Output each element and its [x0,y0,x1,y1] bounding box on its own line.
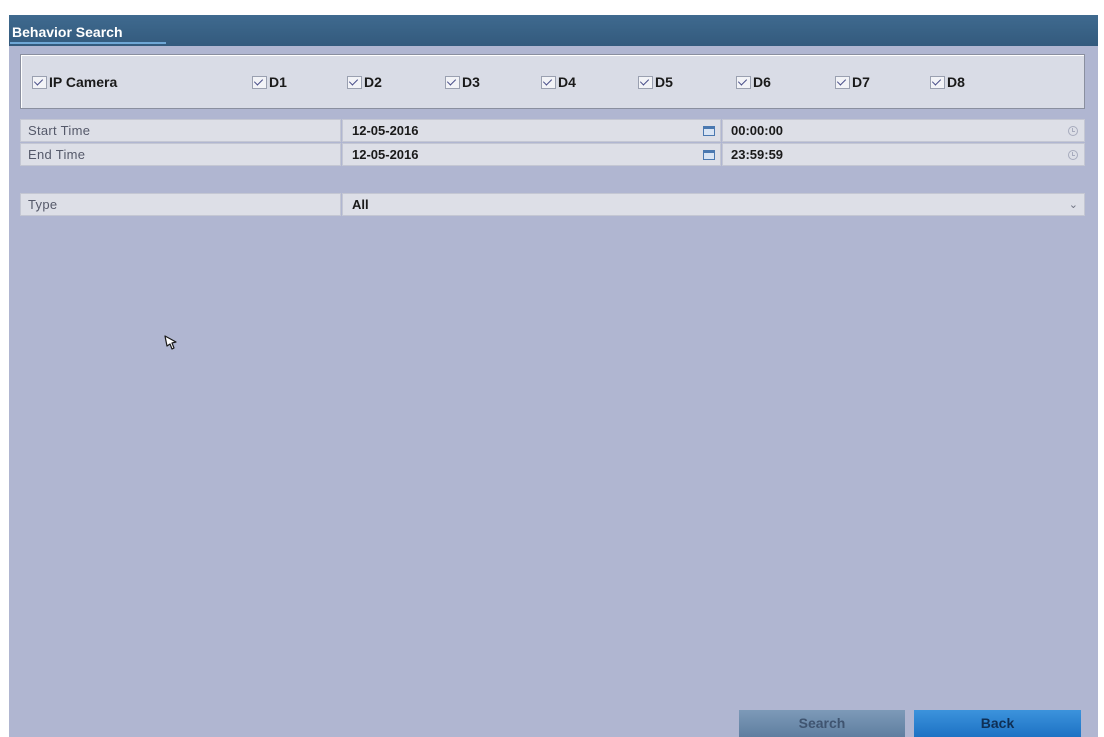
checkbox-checked-icon [347,75,362,89]
calendar-icon[interactable] [703,150,715,160]
calendar-icon[interactable] [703,126,715,136]
ip-camera-checkbox[interactable]: IP Camera [32,74,117,90]
channel-label: D1 [269,74,287,90]
end-time-field[interactable]: 23:59:59 [722,143,1085,166]
start-date-value: 12-05-2016 [352,123,419,138]
channel-label: D2 [364,74,382,90]
title-underline [10,42,166,44]
channel-checkbox-d3[interactable]: D3 [445,74,480,90]
end-time-row: End Time 12-05-2016 23:59:59 [20,143,1085,166]
channel-checkbox-d6[interactable]: D6 [736,74,771,90]
channel-label: D4 [558,74,576,90]
page-title: Behavior Search [12,24,123,40]
channel-checkbox-d1[interactable]: D1 [252,74,287,90]
channel-checkbox-d2[interactable]: D2 [347,74,382,90]
checkbox-checked-icon [930,75,945,89]
channel-checkbox-d4[interactable]: D4 [541,74,576,90]
behavior-search-screen: Behavior Search IP Camera D1 D2 D3 D4 D5 [9,15,1098,737]
start-time-label: Start Time [20,119,341,142]
type-select[interactable]: All ⌄ [342,193,1085,216]
start-time-value: 00:00:00 [731,123,784,138]
start-date-field[interactable]: 12-05-2016 [342,119,721,142]
camera-selection-panel: IP Camera D1 D2 D3 D4 D5 D6 D7 D8 [20,54,1085,109]
mouse-cursor-icon [164,335,177,350]
channel-label: D3 [462,74,480,90]
title-bar: Behavior Search [9,15,1098,46]
channel-checkbox-d8[interactable]: D8 [930,74,965,90]
ip-camera-label: IP Camera [49,74,118,90]
clock-icon[interactable] [1068,150,1078,160]
end-time-label: End Time [20,143,341,166]
channel-label: D5 [655,74,673,90]
checkbox-checked-icon [638,75,653,89]
chevron-down-icon: ⌄ [1068,199,1078,211]
end-date-field[interactable]: 12-05-2016 [342,143,721,166]
type-select-value: All [352,197,369,212]
end-date-value: 12-05-2016 [352,147,419,162]
clock-icon[interactable] [1068,126,1078,136]
end-time-value: 23:59:59 [731,147,784,162]
checkbox-checked-icon [32,75,47,89]
type-row: Type All ⌄ [20,193,1085,216]
channel-label: D7 [852,74,870,90]
channel-label: D8 [947,74,965,90]
channel-checkbox-d5[interactable]: D5 [638,74,673,90]
checkbox-checked-icon [252,75,267,89]
checkbox-checked-icon [835,75,850,89]
channel-label: D6 [753,74,771,90]
back-button[interactable]: Back [914,710,1081,737]
start-time-row: Start Time 12-05-2016 00:00:00 [20,119,1085,142]
checkbox-checked-icon [736,75,751,89]
checkbox-checked-icon [445,75,460,89]
type-label: Type [20,193,341,216]
start-time-field[interactable]: 00:00:00 [722,119,1085,142]
search-button[interactable]: Search [739,710,905,737]
checkbox-checked-icon [541,75,556,89]
channel-checkbox-d7[interactable]: D7 [835,74,870,90]
